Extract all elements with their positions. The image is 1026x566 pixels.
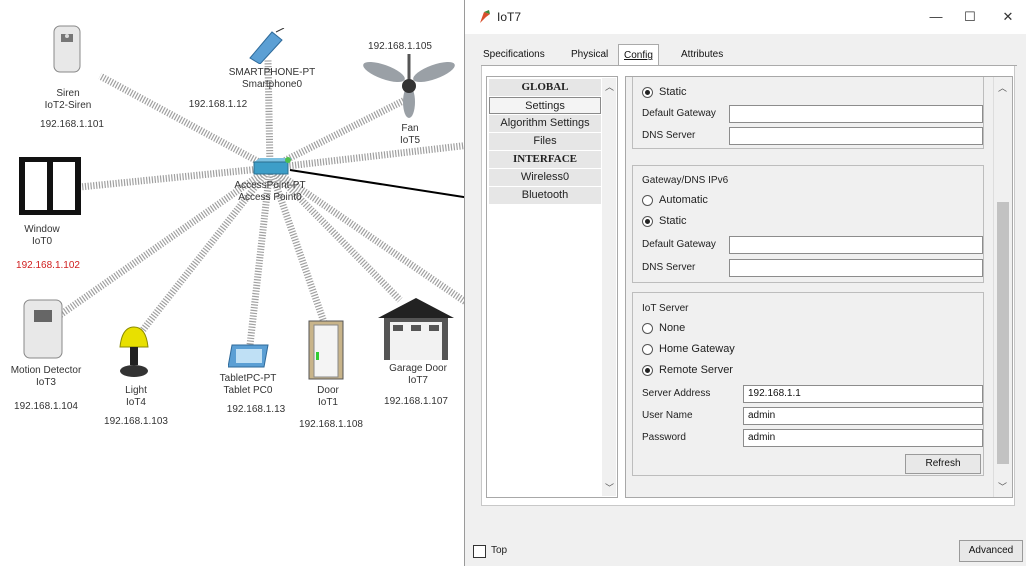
siren-ip: 192.168.1.101	[40, 119, 104, 130]
iot-server-none-radio[interactable]: None	[642, 322, 685, 336]
window-label: Window IoT0	[24, 224, 60, 247]
light-icon[interactable]	[112, 323, 156, 379]
packet-tracer-icon	[480, 10, 490, 23]
door-icon[interactable]	[308, 320, 344, 380]
scroll-down-icon[interactable]: ﹀	[605, 481, 614, 494]
settings-panel: Static Default Gateway DNS Server Gatewa…	[625, 76, 1013, 498]
nav-item-wireless0[interactable]: Wireless0	[489, 169, 601, 186]
ipv6-static-radio[interactable]: Static	[642, 215, 687, 229]
door-label: Door IoT1	[317, 385, 339, 408]
ipv4-dns-server-input[interactable]	[729, 127, 983, 145]
nav-item-algorithm-settings[interactable]: Algorithm Settings	[489, 115, 601, 132]
iot-server-title: IoT Server	[642, 303, 689, 314]
fan-icon[interactable]	[362, 54, 456, 120]
settings-scrollbar[interactable]: ︿ ﹀	[993, 77, 1012, 497]
window-title: IoT7	[497, 10, 522, 24]
wired-link	[289, 169, 470, 199]
nav-scrollbar[interactable]: ︿ ﹀	[602, 78, 616, 496]
tablet-icon[interactable]	[228, 343, 272, 369]
light-ip: 192.168.1.103	[104, 416, 168, 427]
password-input[interactable]: admin	[743, 429, 983, 447]
light-label: Light IoT4	[125, 385, 147, 408]
topology-workspace[interactable]: Siren IoT2-Siren 192.168.1.101 SMARTPHONE…	[0, 0, 470, 566]
title-bar[interactable]: IoT7 — ☐ ✕	[465, 0, 1026, 34]
user-name-input[interactable]: admin	[743, 407, 983, 425]
ipv6-automatic-radio[interactable]: Automatic	[642, 194, 708, 208]
nav-item-bluetooth[interactable]: Bluetooth	[489, 187, 601, 204]
tab-config[interactable]: Config	[618, 44, 659, 66]
gateway-ipv6-group: Gateway/DNS IPv6 Automatic Static Defaul…	[632, 165, 984, 283]
tab-specifications[interactable]: Specifications	[483, 44, 545, 65]
server-address-label: Server Address	[642, 388, 711, 399]
radio-selected-icon	[642, 215, 653, 227]
tab-attributes[interactable]: Attributes	[681, 44, 723, 65]
config-content: GLOBAL Settings Algorithm Settings Files…	[481, 66, 1015, 506]
ipv6-dns-server-label: DNS Server	[642, 262, 696, 273]
tablet-ip: 192.168.1.13	[226, 404, 286, 415]
radio-unselected-icon	[642, 194, 653, 206]
scroll-up-icon[interactable]: ︿	[998, 81, 1007, 94]
ipv6-default-gateway-label: Default Gateway	[642, 239, 716, 250]
nav-item-settings[interactable]: Settings	[489, 97, 601, 114]
maximize-button[interactable]: ☐	[955, 6, 985, 28]
radio-unselected-icon	[642, 322, 653, 334]
ipv6-default-gateway-input[interactable]	[729, 236, 983, 254]
refresh-button[interactable]: Refresh	[905, 454, 981, 474]
access-point-icon[interactable]	[252, 156, 294, 176]
server-address-input[interactable]: 192.168.1.1	[743, 385, 983, 403]
scrollbar-thumb[interactable]	[997, 202, 1009, 464]
motion-detector-icon[interactable]	[22, 298, 64, 360]
scroll-up-icon[interactable]: ︿	[605, 80, 614, 93]
iot-server-group: IoT Server None Home Gateway Remote Serv…	[632, 292, 984, 476]
ipv4-dns-server-label: DNS Server	[642, 130, 696, 141]
scroll-down-icon[interactable]: ﹀	[998, 480, 1007, 493]
siren-icon[interactable]	[52, 24, 82, 76]
fan-ip: 192.168.1.105	[368, 41, 432, 52]
radio-selected-icon	[642, 86, 653, 98]
device-config-dialog: IoT7 — ☐ ✕ Specifications Physical Confi…	[464, 0, 1026, 566]
tab-physical[interactable]: Physical	[571, 44, 608, 65]
window-icon[interactable]	[18, 156, 82, 216]
smartphone-ip: 192.168.1.12	[188, 99, 248, 110]
window-ip: 192.168.1.102	[16, 260, 80, 271]
ipv6-dns-server-input[interactable]	[729, 259, 983, 277]
top-checkbox[interactable]	[473, 545, 486, 558]
nav-header-interface: INTERFACE	[489, 151, 601, 168]
radio-selected-icon	[642, 364, 653, 376]
smartphone-label: SMARTPHONE-PT Smartphone0	[228, 67, 316, 90]
motion-detector-label: Motion Detector IoT3	[10, 365, 82, 388]
ipv4-static-radio[interactable]: Static	[642, 86, 687, 100]
fan-label: Fan IoT5	[399, 123, 421, 146]
minimize-button[interactable]: —	[921, 6, 951, 28]
garage-door-ip: 192.168.1.107	[384, 396, 448, 407]
door-ip: 192.168.1.108	[299, 419, 363, 430]
nav-item-files[interactable]: Files	[489, 133, 601, 150]
top-label: Top	[491, 545, 508, 556]
password-label: Password	[642, 432, 686, 443]
gateway-ipv6-title: Gateway/DNS IPv6	[642, 175, 729, 186]
close-button[interactable]: ✕	[993, 6, 1023, 28]
ipv4-default-gateway-label: Default Gateway	[642, 108, 716, 119]
garage-door-label: Garage Door IoT7	[389, 363, 447, 386]
user-name-label: User Name	[642, 410, 693, 421]
siren-label: Siren IoT2-Siren	[44, 88, 92, 111]
advanced-button[interactable]: Advanced	[959, 540, 1023, 562]
ipv4-default-gateway-input[interactable]	[729, 105, 983, 123]
gateway-ipv4-group: Static Default Gateway DNS Server	[632, 77, 984, 149]
access-point-label: AccessPoint-PT Access Point0	[234, 180, 306, 203]
motion-detector-ip: 192.168.1.104	[14, 401, 78, 412]
iot-server-remote-server-radio[interactable]: Remote Server	[642, 364, 733, 378]
garage-door-icon[interactable]	[378, 298, 454, 360]
smartphone-icon[interactable]	[246, 28, 288, 64]
iot-server-home-gateway-radio[interactable]: Home Gateway	[642, 343, 735, 357]
nav-header-global: GLOBAL	[489, 79, 601, 96]
tablet-label: TabletPC-PT Tablet PC0	[219, 373, 277, 396]
radio-unselected-icon	[642, 343, 653, 355]
config-nav-list: GLOBAL Settings Algorithm Settings Files…	[486, 76, 618, 498]
